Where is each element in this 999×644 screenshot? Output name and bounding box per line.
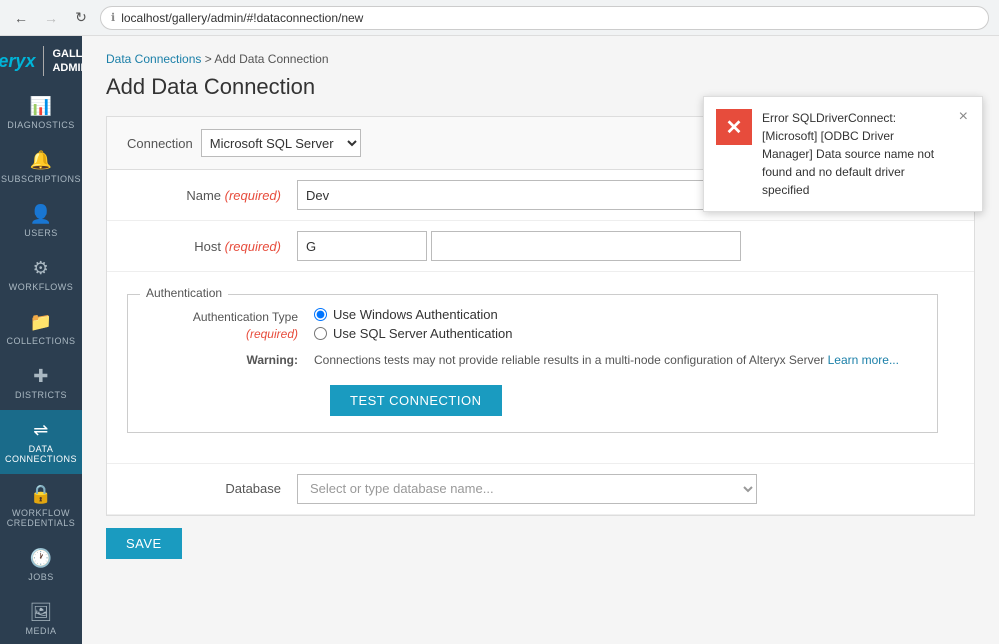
workflows-icon: ⚙ [33,258,50,279]
auth-radio-group: Use Windows Authentication Use SQL Serve… [314,307,512,341]
users-label: USERS [24,228,58,238]
data-connections-icon: ⇌ [33,420,49,441]
auth-legend: Authentication [140,286,228,300]
logo-divider [43,46,44,76]
media-icon: 🖼 [29,602,52,623]
collections-icon: 📁 [30,312,53,333]
brand-logo: alteryx [0,51,35,72]
database-label: Database [127,481,297,496]
sidebar-item-workflow-credentials[interactable]: 🔒 WORKFLOW CREDENTIALS [0,474,82,538]
error-toast: ✕ Error SQLDriverConnect: [Microsoft] [O… [703,96,983,212]
gallery-label: GALLERY [52,47,82,61]
test-connection-row: TEST CONNECTION [144,377,921,420]
error-message: Error SQLDriverConnect: [Microsoft] [ODB… [762,109,947,199]
learn-more-link[interactable]: Learn more... [828,353,899,367]
auth-box: Authentication Authentication Type (requ… [127,294,938,433]
sidebar-item-subscriptions[interactable]: 🔔 SUBSCRIPTIONS [0,140,82,194]
name-label: Name (required) [127,188,297,203]
name-required: (required) [225,188,281,203]
error-close-button[interactable]: × [957,109,970,125]
host-input[interactable] [297,231,427,261]
breadcrumb-parent[interactable]: Data Connections [106,52,201,66]
sidebar-item-diagnostics[interactable]: 📊 DIAGNOSTICS [0,86,82,140]
warning-label: Warning: [144,353,314,367]
auth-required: (required) [144,326,298,343]
workflows-label: WORKFLOWS [9,282,74,292]
breadcrumb: Data Connections > Add Data Connection [106,52,975,66]
sidebar-item-collections[interactable]: 📁 COLLECTIONS [0,302,82,356]
auth-windows-option[interactable]: Use Windows Authentication [314,307,512,322]
logo-right: GALLERY ADMIN [52,47,82,76]
connection-dropdown[interactable]: Microsoft SQL Server Oracle MySQL Postgr… [201,129,361,157]
auth-type-row: Authentication Type (required) Use Windo… [144,307,921,343]
app-container: alteryx GALLERY ADMIN 📊 DIAGNOSTICS 🔔 SU… [0,36,999,644]
sidebar: alteryx GALLERY ADMIN 📊 DIAGNOSTICS 🔔 SU… [0,36,82,644]
sidebar-item-districts[interactable]: ✚ DISTRICTS [0,356,82,410]
url-text: localhost/gallery/admin/#!dataconnection… [121,11,363,25]
auth-section-row: Authentication Authentication Type (requ… [107,272,974,464]
breadcrumb-separator: > [205,52,212,66]
host-row: Host (required) [107,221,974,272]
address-bar[interactable]: ℹ localhost/gallery/admin/#!dataconnecti… [100,6,989,30]
diagnostics-label: DIAGNOSTICS [7,120,75,130]
jobs-icon: 🕐 [30,548,53,569]
users-icon: 👤 [30,204,53,225]
lock-icon: ℹ [111,11,115,24]
sidebar-item-data-connections[interactable]: ⇌ DATA CONNECTIONS ► [0,410,82,474]
error-icon: ✕ [716,109,752,145]
host-label: Host (required) [127,239,297,254]
host-required: (required) [225,239,281,254]
error-x-icon: ✕ [726,115,743,140]
auth-type-label: Authentication Type (required) [144,307,314,343]
connection-label: Connection [127,136,193,151]
browser-bar: ← → ↻ ℹ localhost/gallery/admin/#!dataco… [0,0,999,36]
collections-label: COLLECTIONS [6,336,75,346]
diagnostics-icon: 📊 [30,96,53,117]
sidebar-item-jobs[interactable]: 🕐 JOBS [0,538,82,592]
sidebar-item-workflows[interactable]: ⚙ WORKFLOWS [0,248,82,302]
main-content: ✕ Error SQLDriverConnect: [Microsoft] [O… [82,36,999,644]
sidebar-item-users[interactable]: 👤 USERS [0,194,82,248]
subscriptions-label: SUBSCRIPTIONS [1,174,81,184]
forward-button[interactable]: → [40,7,62,29]
workflow-credentials-label: WORKFLOW CREDENTIALS [4,508,78,528]
subscriptions-icon: 🔔 [30,150,53,171]
back-button[interactable]: ← [10,7,32,29]
warning-text: Connections tests may not provide reliab… [314,353,921,367]
save-button[interactable]: SAVE [106,528,182,559]
warning-row: Warning: Connections tests may not provi… [144,353,921,367]
districts-label: DISTRICTS [15,390,67,400]
sidebar-logo: alteryx GALLERY ADMIN [0,36,82,86]
database-select[interactable]: Select or type database name... [297,474,757,504]
host-port-input[interactable] [431,231,741,261]
breadcrumb-current: Add Data Connection [214,52,328,66]
workflow-credentials-icon: 🔒 [30,484,53,505]
districts-icon: ✚ [33,366,49,387]
admin-label: ADMIN [52,61,82,75]
auth-windows-radio[interactable] [314,308,327,321]
jobs-label: JOBS [28,572,54,582]
active-arrow: ► [66,433,82,451]
refresh-button[interactable]: ↻ [70,7,92,29]
name-input[interactable] [297,180,757,210]
auth-sql-option[interactable]: Use SQL Server Authentication [314,326,512,341]
test-connection-button[interactable]: TEST CONNECTION [330,385,502,416]
save-section: SAVE [106,516,975,571]
auth-sql-radio[interactable] [314,327,327,340]
sidebar-item-media[interactable]: 🖼 MEDIA [0,592,82,644]
media-label: MEDIA [25,626,56,636]
database-row: Database Select or type database name... [107,464,974,515]
